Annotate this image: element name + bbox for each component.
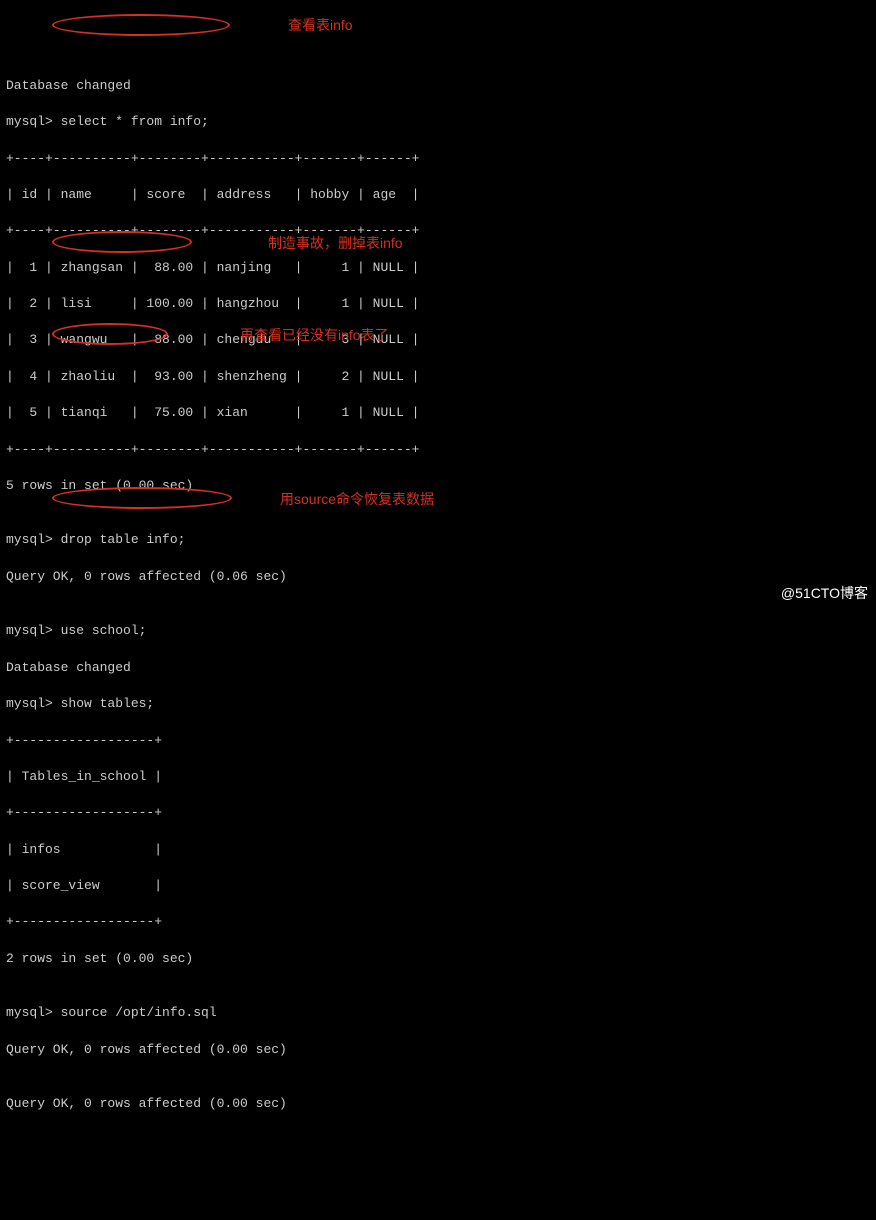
terminal-line: | 1 | zhangsan | 88.00 | nanjing | 1 | N… — [6, 259, 870, 277]
terminal-line: mysql> select * from info; — [6, 113, 870, 131]
highlight-oval — [52, 14, 230, 36]
terminal-line: | score_view | — [6, 877, 870, 895]
terminal-line: Database changed — [6, 77, 870, 95]
terminal-line: +----+----------+--------+-----------+--… — [6, 441, 870, 459]
annotation-text: 再查看已经没有info表了 — [240, 326, 389, 346]
terminal-line: | 3 | wangwu | 88.00 | chengdu | 3 | NUL… — [6, 331, 870, 349]
terminal-line: Query OK, 0 rows affected (0.06 sec) — [6, 568, 870, 586]
terminal-line: +----+----------+--------+-----------+--… — [6, 150, 870, 168]
terminal-line: | 2 | lisi | 100.00 | hangzhou | 1 | NUL… — [6, 295, 870, 313]
terminal-line: +------------------+ — [6, 804, 870, 822]
terminal-line: | id | name | score | address | hobby | … — [6, 186, 870, 204]
terminal-line: mysql> use school; — [6, 622, 870, 640]
terminal-line: Query OK, 0 rows affected (0.00 sec) — [6, 1041, 870, 1059]
terminal-line: | 4 | zhaoliu | 93.00 | shenzheng | 2 | … — [6, 368, 870, 386]
terminal-line: +----+----------+--------+-----------+--… — [6, 222, 870, 240]
annotation-text: 用source命令恢复表数据 — [280, 490, 434, 510]
watermark: @51CTO博客 — [781, 584, 868, 604]
terminal-line: 2 rows in set (0.00 sec) — [6, 950, 870, 968]
terminal-line: | 5 | tianqi | 75.00 | xian | 1 | NULL | — [6, 404, 870, 422]
terminal-line: 5 rows in set (0.00 sec) — [6, 477, 870, 495]
terminal-line: mysql> show tables; — [6, 695, 870, 713]
terminal-line: Database changed — [6, 659, 870, 677]
terminal-line: | Tables_in_school | — [6, 768, 870, 786]
annotation-text: 查看表info — [288, 16, 353, 36]
terminal-line: mysql> source /opt/info.sql — [6, 1004, 870, 1022]
terminal-line: +------------------+ — [6, 913, 870, 931]
annotation-text: 制造事故，删掉表info — [268, 234, 403, 254]
terminal-line: mysql> drop table info; — [6, 531, 870, 549]
terminal-line: Query OK, 0 rows affected (0.00 sec) — [6, 1095, 870, 1113]
terminal-line: | infos | — [6, 841, 870, 859]
terminal-line: +------------------+ — [6, 732, 870, 750]
